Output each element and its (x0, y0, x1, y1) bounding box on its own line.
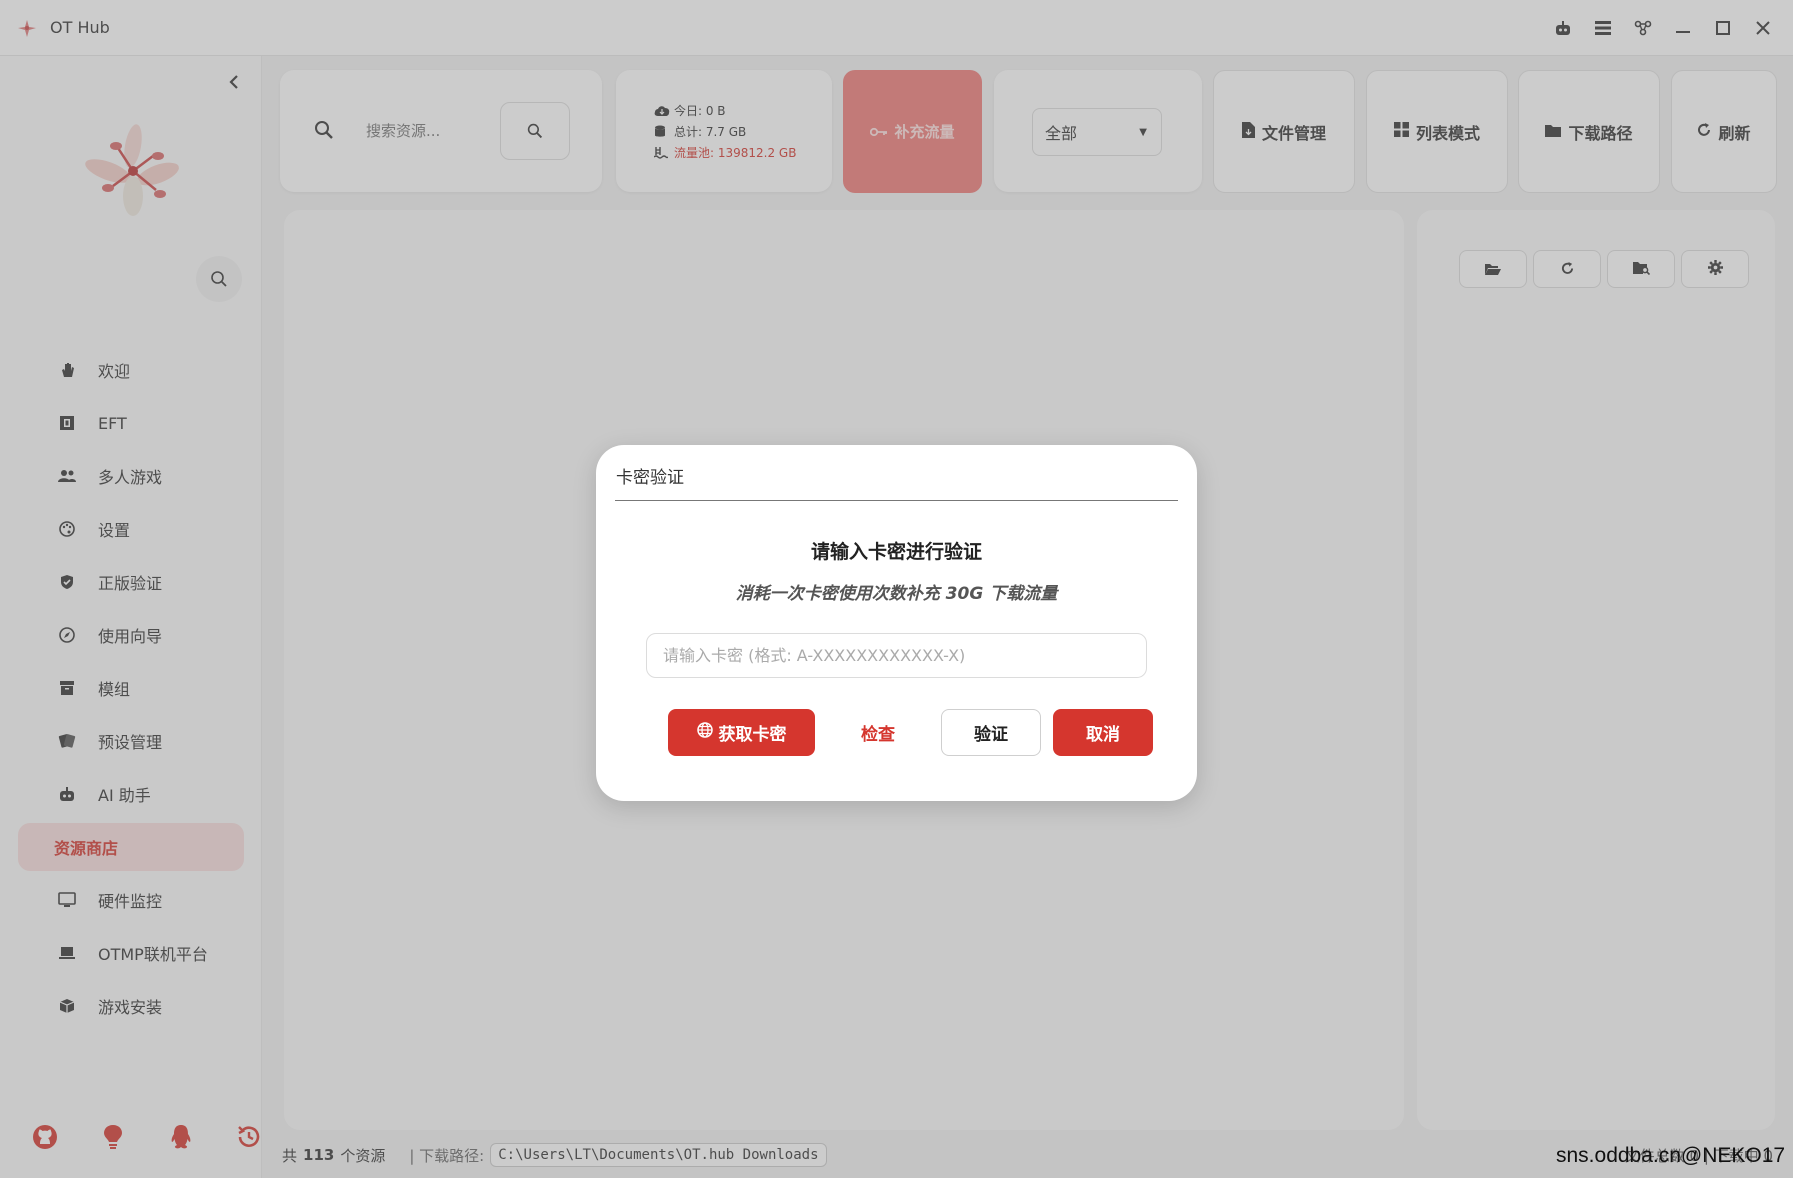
watermark: sns.oddba.cn@NEKO17 (1556, 1144, 1786, 1167)
verify-button[interactable]: 验证 (941, 709, 1041, 756)
dialog-subtitle: 消耗一次卡密使用次数补充 30G 下载流量 (735, 584, 1058, 604)
check-button[interactable]: 检查 (828, 709, 928, 756)
card-key-input[interactable] (646, 633, 1147, 678)
globe-icon (696, 722, 713, 743)
cancel-button[interactable]: 取消 (1053, 709, 1153, 756)
dialog-divider (615, 500, 1178, 501)
card-key-dialog: 卡密验证 请输入卡密进行验证 消耗一次卡密使用次数补充 30G 下载流量 获取卡… (596, 445, 1197, 801)
dialog-title: 卡密验证 (616, 468, 684, 488)
dialog-actions: 获取卡密 检查 验证 取消 (668, 709, 1153, 756)
get-card-key-button[interactable]: 获取卡密 (668, 709, 815, 756)
dialog-heading: 请输入卡密进行验证 (810, 541, 982, 563)
